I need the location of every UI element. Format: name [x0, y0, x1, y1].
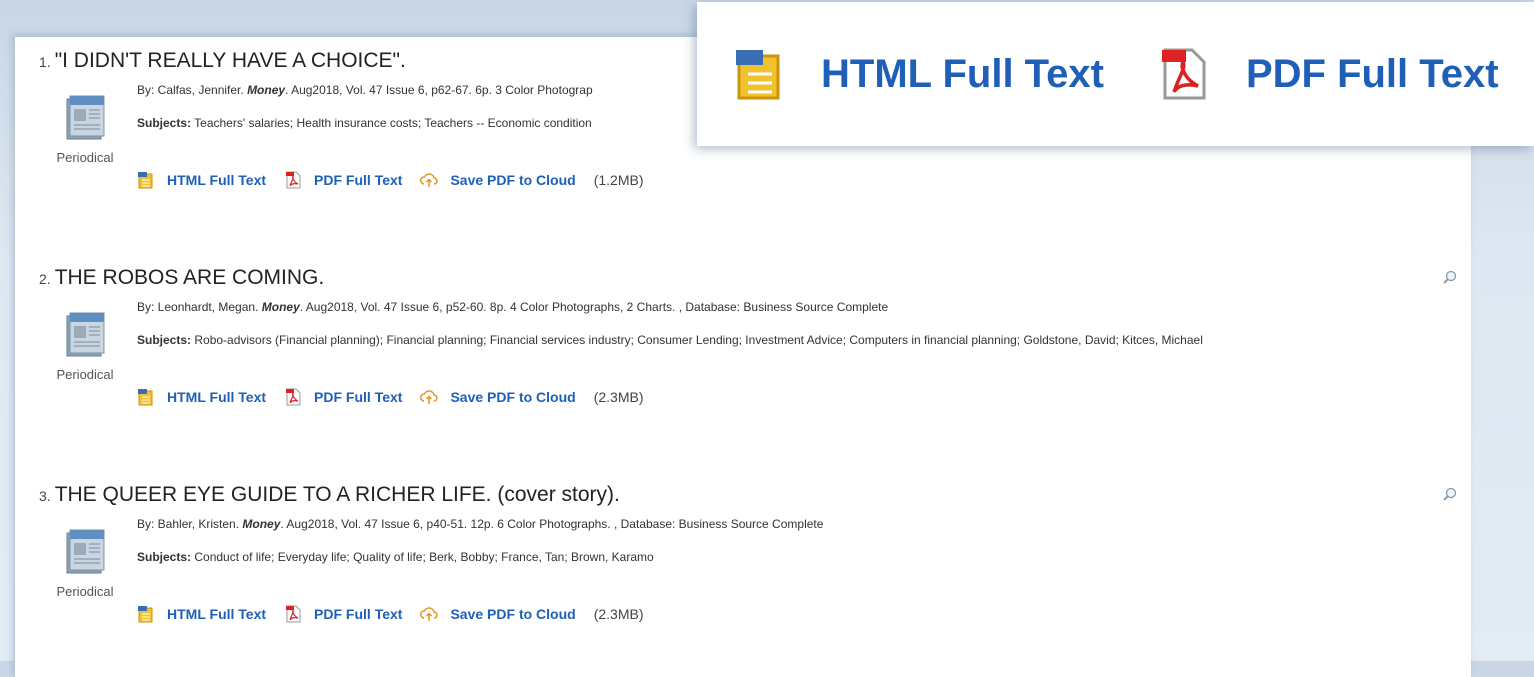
- html-full-text-link[interactable]: HTML Full Text: [167, 172, 266, 188]
- result-title-row: 1. "I DIDN'T REALLY HAVE A CHOICE".: [39, 49, 406, 73]
- html-full-text-icon: [138, 172, 153, 189]
- html-full-text-link[interactable]: HTML Full Text: [821, 52, 1104, 97]
- result-title-link[interactable]: THE QUEER EYE GUIDE TO A RICHER LIFE. (c…: [55, 483, 620, 506]
- full-text-links: HTML Full Text PDF Full Text Save PDF to…: [137, 388, 644, 406]
- result-subjects: Subjects: Conduct of life; Everyday life…: [137, 550, 654, 564]
- save-pdf-to-cloud-link[interactable]: Save PDF to Cloud: [450, 172, 575, 188]
- publication-type[interactable]: Periodical: [45, 312, 125, 382]
- subjects-label: Subjects:: [137, 333, 192, 347]
- subjects-list[interactable]: Teachers' salaries; Health insurance cos…: [194, 116, 592, 130]
- subjects-label: Subjects:: [137, 550, 192, 564]
- subjects-list[interactable]: Robo-advisors (Financial planning); Fina…: [194, 333, 1203, 347]
- file-size: (2.3MB): [593, 606, 644, 622]
- source-details: . Aug2018, Vol. 47 Issue 6, p52-60. 8p. …: [299, 300, 889, 314]
- pdf-icon: [286, 605, 301, 623]
- pdf-full-text-link[interactable]: PDF Full Text: [314, 606, 402, 622]
- source-details: . Aug2018, Vol. 47 Issue 6, p62-67. 6p. …: [285, 83, 593, 97]
- html-full-text-icon: [138, 606, 153, 623]
- html-full-text-link[interactable]: HTML Full Text: [167, 606, 266, 622]
- pdf-full-text-link[interactable]: PDF Full Text: [314, 389, 402, 405]
- result-number: 3.: [39, 488, 51, 504]
- author: By: Leonhardt, Megan.: [137, 300, 259, 314]
- author: By: Calfas, Jennifer.: [137, 83, 244, 97]
- source-title[interactable]: Money: [262, 300, 300, 314]
- file-size: (2.3MB): [593, 389, 644, 405]
- pdf-full-text-link[interactable]: PDF Full Text: [1246, 52, 1499, 97]
- result-subjects: Subjects: Teachers' salaries; Health ins…: [137, 116, 592, 130]
- publication-type-label: Periodical: [56, 367, 114, 382]
- source-title[interactable]: Money: [247, 83, 285, 97]
- source-title[interactable]: Money: [242, 517, 280, 531]
- publication-type-label: Periodical: [56, 150, 114, 165]
- subjects-list[interactable]: Conduct of life; Everyday life; Quality …: [194, 550, 653, 564]
- cloud-upload-icon: [420, 390, 439, 404]
- save-pdf-to-cloud-link[interactable]: Save PDF to Cloud: [450, 606, 575, 622]
- result-byline: By: Bahler, Kristen. Money. Aug2018, Vol…: [137, 517, 823, 531]
- zoomed-links-callout: HTML Full Text PDF Full Text: [697, 2, 1534, 146]
- periodical-icon: [66, 95, 105, 140]
- author: By: Bahler, Kristen.: [137, 517, 240, 531]
- full-text-links: HTML Full Text PDF Full Text Save PDF to…: [137, 171, 644, 189]
- result-byline: By: Leonhardt, Megan. Money. Aug2018, Vo…: [137, 300, 888, 314]
- result-title-link[interactable]: THE ROBOS ARE COMING.: [55, 266, 325, 289]
- result-title-link[interactable]: "I DIDN'T REALLY HAVE A CHOICE".: [55, 49, 406, 72]
- full-text-links: HTML Full Text PDF Full Text Save PDF to…: [137, 605, 644, 623]
- periodical-icon: [66, 529, 105, 574]
- publication-type[interactable]: Periodical: [45, 95, 125, 165]
- publication-type-label: Periodical: [56, 584, 114, 599]
- cloud-upload-icon: [420, 173, 439, 187]
- result-number: 2.: [39, 271, 51, 287]
- file-size: (1.2MB): [593, 172, 644, 188]
- result-title-row: 3. THE QUEER EYE GUIDE TO A RICHER LIFE. …: [39, 483, 620, 507]
- subjects-label: Subjects:: [137, 116, 192, 130]
- cloud-upload-icon: [420, 607, 439, 621]
- pdf-icon: [286, 171, 301, 189]
- preview-magnifier-icon[interactable]: [1443, 487, 1457, 501]
- pdf-full-text-link[interactable]: PDF Full Text: [314, 172, 402, 188]
- result-subjects: Subjects: Robo-advisors (Financial plann…: [137, 333, 1203, 347]
- result-item: 3. THE QUEER EYE GUIDE TO A RICHER LIFE. …: [15, 471, 1471, 671]
- publication-type[interactable]: Periodical: [45, 529, 125, 599]
- result-title-row: 2. THE ROBOS ARE COMING.: [39, 266, 324, 290]
- periodical-icon: [66, 312, 105, 357]
- pdf-icon: [286, 388, 301, 406]
- save-pdf-to-cloud-link[interactable]: Save PDF to Cloud: [450, 389, 575, 405]
- result-item: 2. THE ROBOS ARE COMING. Periodical By: L…: [15, 254, 1471, 454]
- preview-magnifier-icon[interactable]: [1443, 270, 1457, 284]
- result-number: 1.: [39, 54, 51, 70]
- source-details: . Aug2018, Vol. 47 Issue 6, p40-51. 12p.…: [280, 517, 824, 531]
- pdf-icon: [1161, 48, 1206, 100]
- html-full-text-icon: [138, 389, 153, 406]
- html-full-text-icon: [736, 50, 780, 100]
- html-full-text-link[interactable]: HTML Full Text: [167, 389, 266, 405]
- result-byline: By: Calfas, Jennifer. Money. Aug2018, Vo…: [137, 83, 593, 97]
